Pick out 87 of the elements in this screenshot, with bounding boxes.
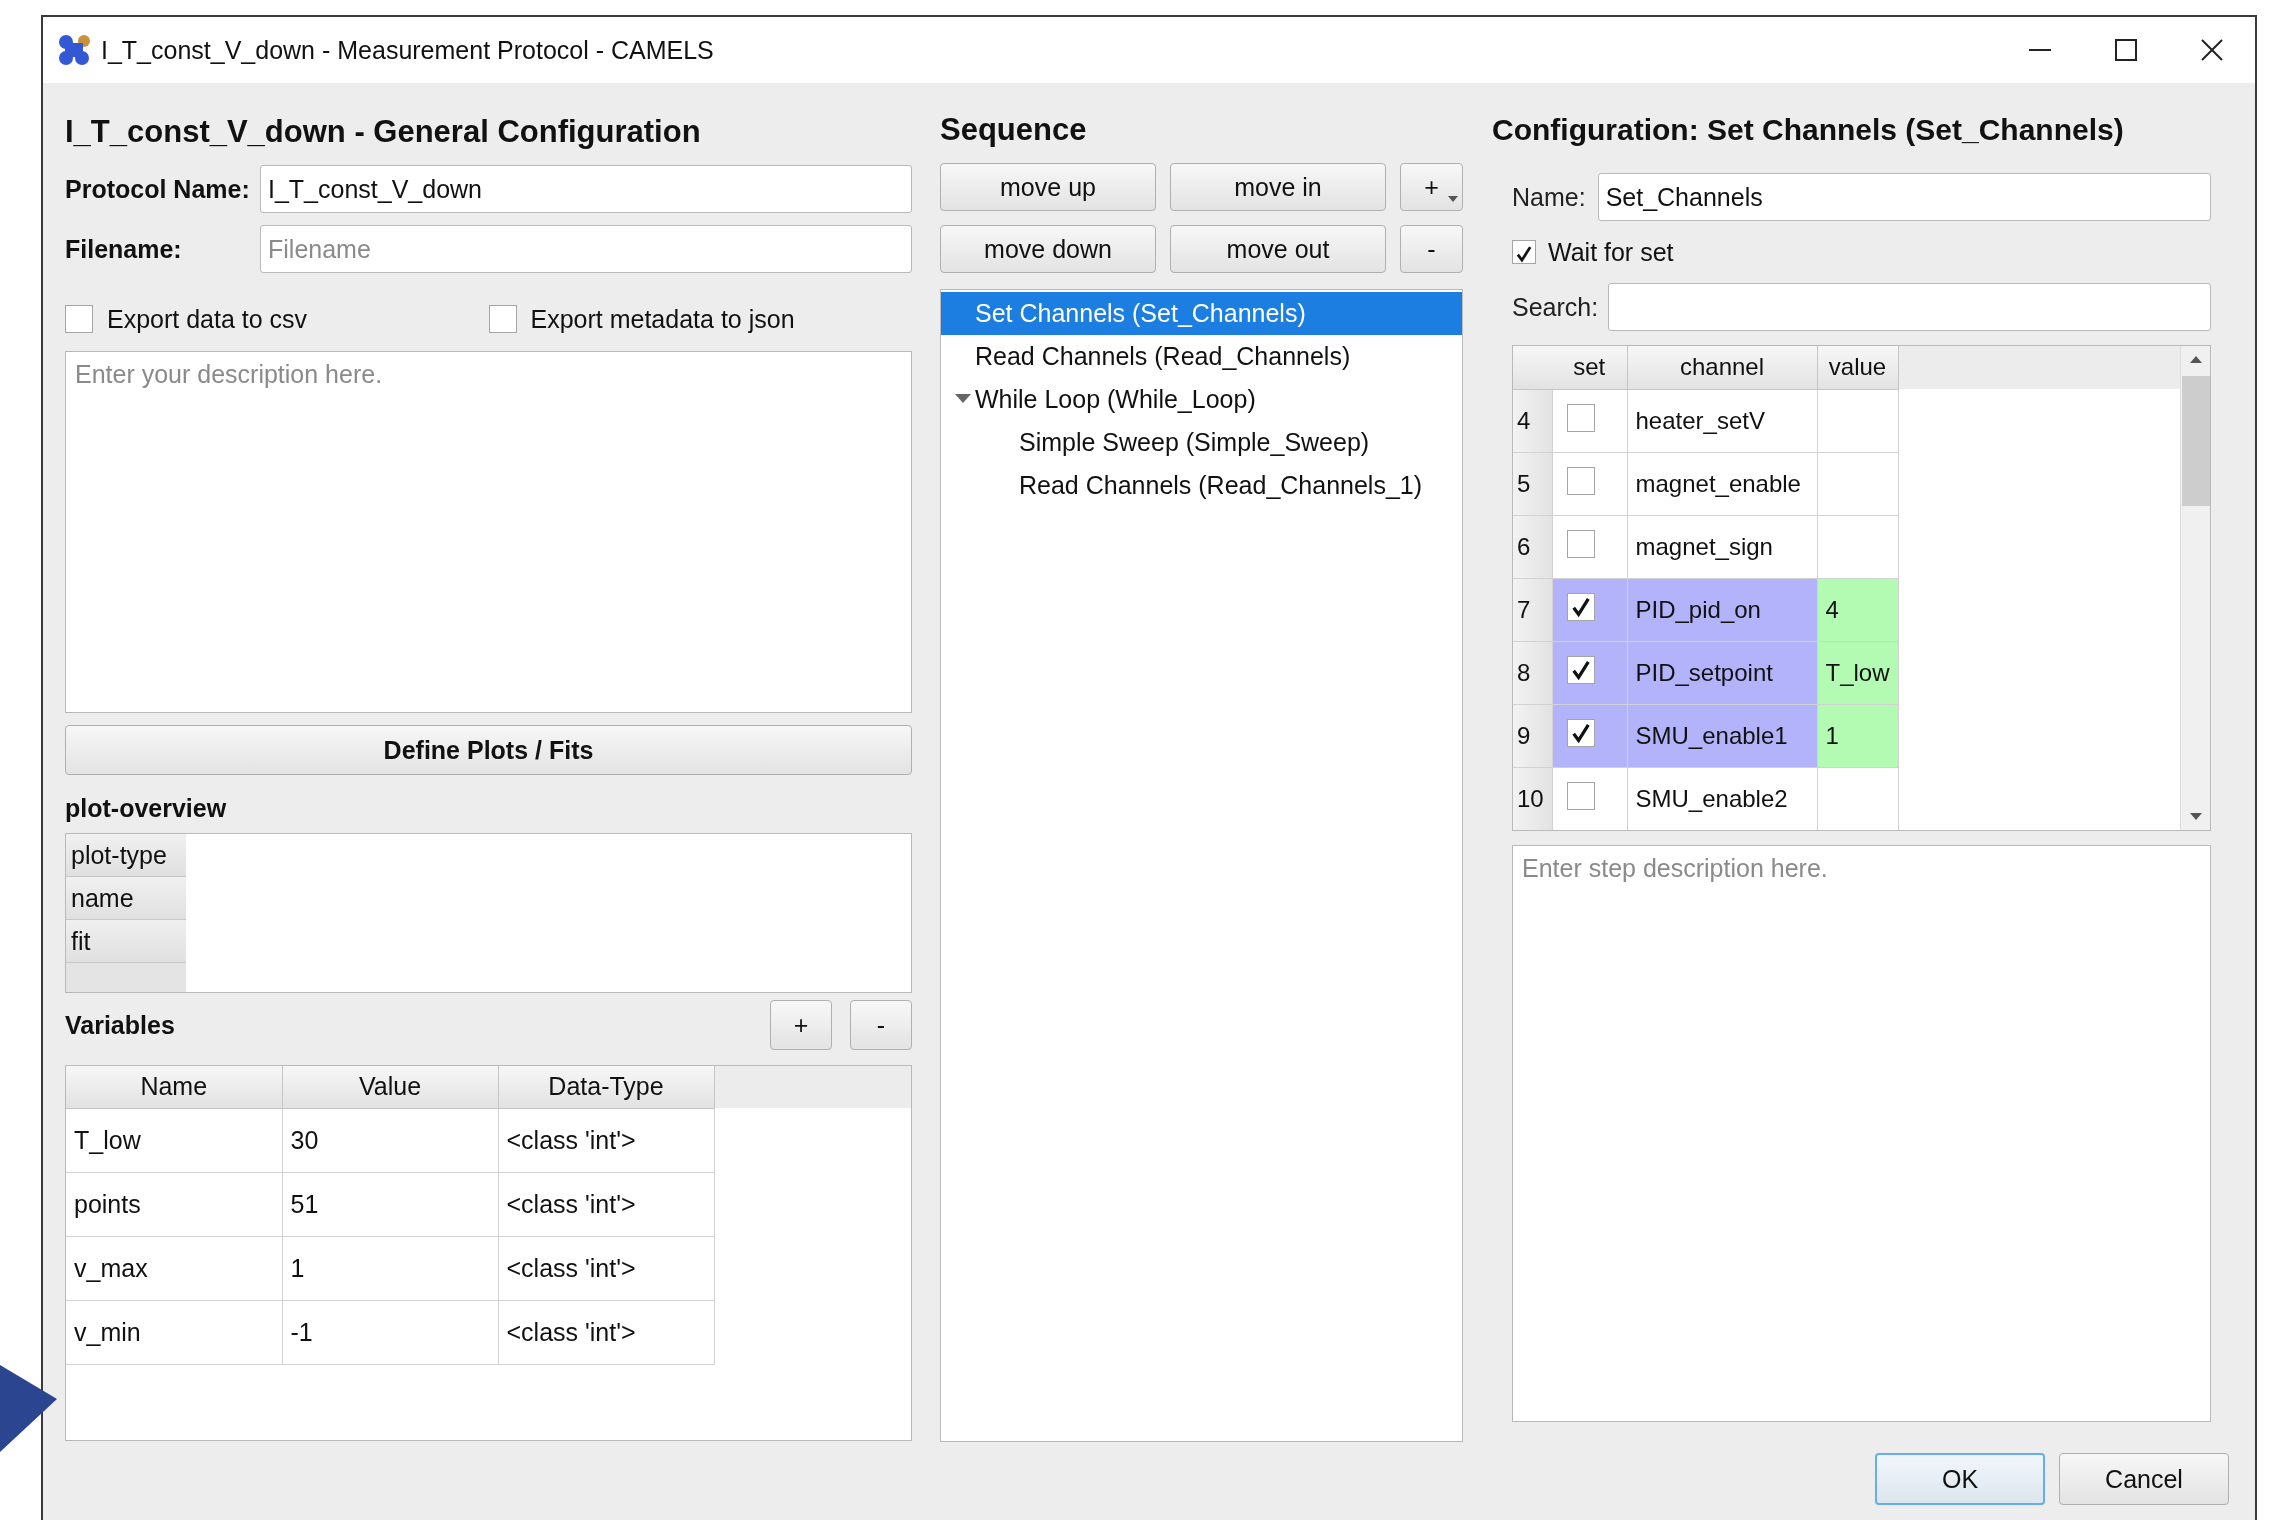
table-cell: -1	[282, 1300, 498, 1364]
panel-heading: Configuration: Set Channels (Set_Channels)	[1492, 112, 2125, 148]
add-button[interactable]: -	[850, 1000, 912, 1050]
tree-item[interactable]: Read Channels (Read_Channels_1)	[941, 464, 1462, 507]
tree-item[interactable]: Simple Sweep (Simple_Sweep)	[941, 421, 1462, 464]
table-cell: v_min	[66, 1300, 282, 1364]
row-number: 10	[1513, 767, 1552, 830]
row-number: 7	[1513, 578, 1552, 641]
tree-item[interactable]: While Loop (While_Loop)	[941, 378, 1462, 421]
column-header[interactable]: Value	[282, 1066, 498, 1108]
move-button[interactable]: move out	[1170, 225, 1386, 273]
table-cell: points	[66, 1172, 282, 1236]
table-cell: SMU_enable2	[1627, 767, 1817, 830]
window-title: I_T_const_V_down - Measurement Protocol - CAMELS	[101, 35, 714, 65]
add-menu-button[interactable]: +	[1400, 163, 1463, 211]
field-label: Filename:	[65, 234, 183, 264]
collapse-arrow-icon[interactable]	[955, 394, 971, 404]
maximize-icon[interactable]	[2114, 38, 2138, 62]
checkbox[interactable]	[1566, 781, 1595, 810]
row-number: 8	[1513, 641, 1552, 704]
ok-button[interactable]: OK	[1875, 1453, 2045, 1505]
checkbox[interactable]	[1512, 240, 1536, 264]
name-field[interactable]: Set_Channels	[1597, 173, 2211, 221]
checkbox-label: Export data to csv	[107, 304, 308, 334]
protocol-name-field[interactable]: I_T_const_V_down	[260, 165, 912, 213]
column-header[interactable]: channel	[1627, 346, 1817, 389]
cancel-button[interactable]: Cancel	[2059, 1453, 2229, 1505]
search-field[interactable]	[1608, 283, 2211, 331]
checkbox[interactable]	[1566, 403, 1595, 432]
checkbox[interactable]	[1566, 656, 1595, 684]
scrollbar-thumb[interactable]	[2181, 376, 2210, 506]
scrollbar[interactable]	[2180, 346, 2210, 830]
row-header: fit	[66, 920, 186, 963]
checkbox-label: Export metadata to json	[530, 304, 795, 334]
table-cell: v_max	[66, 1236, 282, 1300]
tree-item[interactable]: Set Channels (Set_Channels)	[941, 292, 1462, 335]
table-cell: <class 'int'>	[498, 1236, 714, 1300]
move-button[interactable]: -	[1400, 225, 1463, 273]
add-button[interactable]: +	[770, 1000, 832, 1050]
checkbox[interactable]	[1566, 593, 1595, 621]
row-number: 6	[1513, 515, 1552, 578]
close-icon[interactable]	[2200, 38, 2224, 62]
checkbox[interactable]	[1566, 719, 1595, 747]
table-cell: SMU_enable1	[1627, 704, 1817, 767]
move-button[interactable]: move down	[940, 225, 1156, 273]
field-label: Search:	[1512, 292, 1599, 322]
row-header: name	[66, 877, 186, 920]
table-cell: magnet_sign	[1627, 515, 1817, 578]
row-number: 9	[1513, 704, 1552, 767]
move-button[interactable]: move in	[1170, 163, 1386, 211]
table-cell: 1	[1817, 704, 1899, 767]
column-header[interactable]: value	[1817, 346, 1899, 389]
checkbox[interactable]	[1566, 466, 1595, 495]
table-cell: 30	[282, 1108, 498, 1172]
checkbox-label: Wait for set	[1548, 237, 1674, 267]
row-number: 4	[1513, 389, 1552, 452]
table-cell: <class 'int'>	[498, 1172, 714, 1236]
move-button[interactable]: move up	[940, 163, 1156, 211]
table-cell: 4	[1817, 578, 1899, 641]
tree-item[interactable]: Read Channels (Read_Channels)	[941, 335, 1462, 378]
panel-heading: I_T_const_V_down - General Configuration	[65, 113, 702, 151]
checkbox[interactable]	[65, 305, 93, 333]
app-logo-icon	[57, 33, 93, 67]
column-header[interactable]: set	[1552, 346, 1627, 389]
section-label: Variables	[65, 1010, 176, 1040]
table-cell: <class 'int'>	[498, 1108, 714, 1172]
table-cell: PID_setpoint	[1627, 641, 1817, 704]
panel-heading: Sequence	[940, 111, 1088, 149]
define-plots-button[interactable]: Define Plots / Fits	[65, 725, 912, 775]
checkbox[interactable]	[1566, 529, 1595, 558]
table-cell: 51	[282, 1172, 498, 1236]
table-cell: PID_pid_on	[1627, 578, 1817, 641]
checkbox[interactable]	[488, 305, 517, 333]
table-cell: 1	[282, 1236, 498, 1300]
table-cell: T_low	[1817, 641, 1899, 704]
field-label: Name:	[1512, 182, 1586, 212]
column-header[interactable]: Name	[66, 1066, 282, 1108]
row-header: plot-type	[66, 834, 186, 877]
table-cell: T_low	[66, 1108, 282, 1172]
caret-icon	[1448, 196, 1458, 202]
table-cell: magnet_enable	[1627, 452, 1817, 515]
table-cell: heater_setV	[1627, 389, 1817, 452]
field-label: Protocol Name:	[65, 174, 251, 204]
table-cell: <class 'int'>	[498, 1300, 714, 1364]
column-header[interactable]: Data-Type	[498, 1066, 714, 1108]
row-number: 5	[1513, 452, 1552, 515]
section-label: plot-overview	[65, 792, 228, 824]
